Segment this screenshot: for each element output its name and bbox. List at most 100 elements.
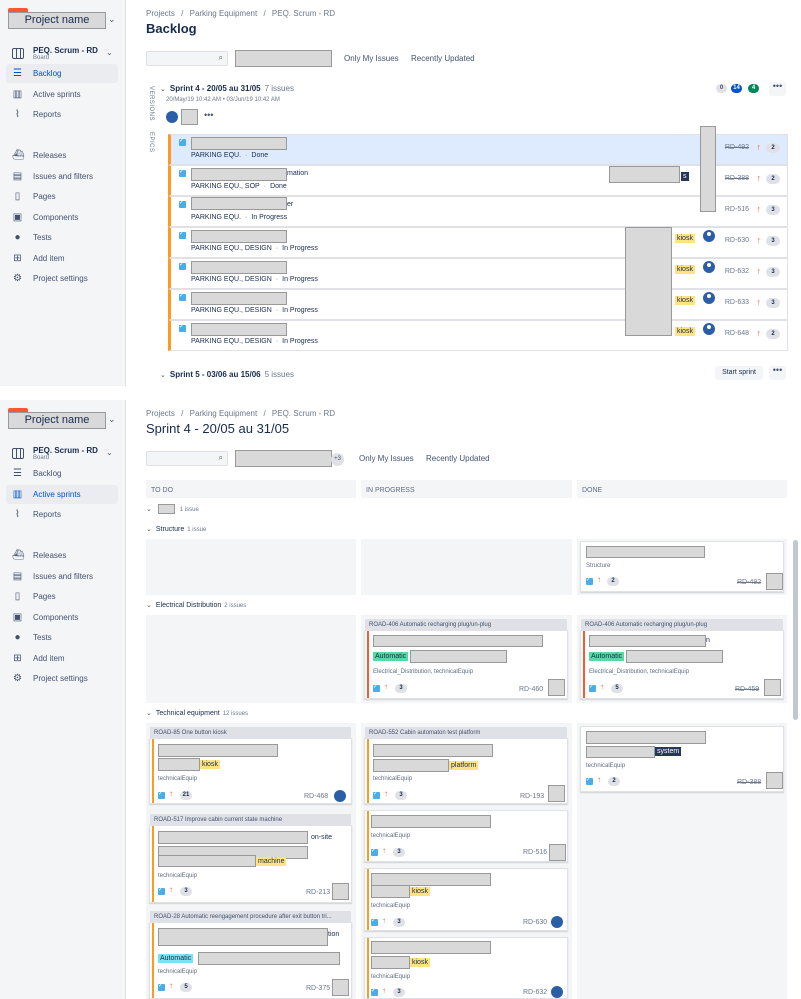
sprint-4-header[interactable]: ⌄ Sprint 4 - 20/05 au 31/05 7 issues [160, 84, 294, 93]
chevron-down-icon[interactable]: ⌄ [108, 414, 116, 425]
sidebar-item-components[interactable]: ▣ Components [6, 608, 118, 627]
swimlane-header[interactable]: ⌄ Technical equipment 12 issues [146, 709, 248, 717]
issue-row[interactable]: PARKING EQU., DESIGN·In Progress kiosk R… [168, 320, 788, 351]
epics-panel-toggle[interactable]: EPICS [148, 132, 154, 153]
sidebar-item-issues[interactable]: ▤ Issues and filters [6, 167, 118, 186]
quick-filter-recently-updated[interactable]: Recently Updated [426, 454, 490, 463]
project-name[interactable]: Project name [8, 12, 106, 29]
issue-card[interactable]: system technicalEquip ↑ 2 RD-388 [580, 726, 784, 792]
issue-row[interactable]: PARKING EQU.·Done RD-492 ↑ 2 [168, 134, 788, 165]
sidebar-item-issues[interactable]: ▤ Issues and filters [6, 567, 118, 586]
sidebar-item-releases[interactable]: ⛴ Releases [6, 546, 118, 565]
sidebar-item-add-item[interactable]: ⊞ Add item [6, 249, 118, 268]
issue-key[interactable]: RD-468 [304, 793, 328, 800]
breadcrumb-scrum[interactable]: PEQ. Scrum - RD [272, 9, 335, 18]
sidebar-item-project-settings[interactable]: ⚙ Project settings [6, 269, 118, 288]
issue-row[interactable]: PARKING EQU., DESIGN·In Progress kiosk R… [168, 289, 788, 320]
issue-key[interactable]: RD-388 [737, 779, 761, 786]
issue-key[interactable]: RD-516 [523, 849, 547, 856]
issue-key[interactable]: RD-633 [725, 299, 749, 306]
chevron-down-icon[interactable]: ⌄ [160, 371, 166, 379]
search-input[interactable]: ⌕ [146, 51, 228, 66]
assignee-avatar[interactable] [334, 790, 346, 802]
sidebar-item-active-sprints[interactable]: ▥ Active sprints [6, 485, 118, 504]
start-sprint-button[interactable]: Start sprint [715, 366, 763, 380]
issue-key[interactable]: RD-648 [725, 330, 749, 337]
issue-key[interactable]: RD-632 [725, 268, 749, 275]
breadcrumb-projects[interactable]: Projects [146, 409, 175, 418]
assignee-avatar[interactable] [703, 323, 715, 335]
sidebar-item-releases[interactable]: ⛴ Releases [6, 146, 118, 165]
issue-key[interactable]: RD-460 [519, 686, 543, 693]
issue-row[interactable]: er PARKING EQU.·In Progress RD-516 ↑ 3 [168, 196, 788, 227]
sidebar-item-tests[interactable]: ● Tests [6, 628, 118, 647]
issue-row[interactable]: PARKING EQU., DESIGN·In Progress kiosk R… [168, 227, 788, 258]
search-input[interactable]: ⌕ [146, 451, 228, 466]
issue-card[interactable]: Structure ↑ 2 RD-492 [580, 541, 784, 592]
chevron-down-icon[interactable]: ⌄ [106, 448, 113, 457]
assignee-avatar[interactable] [551, 986, 563, 998]
breadcrumb-parking[interactable]: Parking Equipment [190, 409, 258, 418]
issue-card[interactable]: ROAD-28 Automatic reengagement procedure… [149, 911, 352, 999]
quick-filter-my-issues[interactable]: Only My Issues [344, 54, 399, 63]
sidebar-item-project-settings[interactable]: ⚙ Project settings [6, 669, 118, 688]
versions-panel-toggle[interactable]: VERSIONS [148, 86, 154, 121]
assignee-avatar[interactable] [703, 261, 715, 273]
issue-card[interactable]: technicalEquip ↑ 3 RD-516 [364, 810, 568, 862]
avatar[interactable] [166, 111, 178, 123]
sidebar-item-reports[interactable]: ⌇ Reports [6, 505, 118, 524]
issue-key[interactable]: RD-492 [725, 144, 749, 151]
issue-key[interactable]: RD-632 [523, 989, 547, 996]
sidebar-item-backlog[interactable]: ☰ Backlog [6, 64, 118, 83]
sidebar-item-backlog[interactable]: ☰ Backlog [6, 464, 118, 483]
sidebar-item-add-item[interactable]: ⊞ Add item [6, 649, 118, 668]
issue-key[interactable]: RD-193 [520, 793, 544, 800]
issue-card[interactable]: ROAD-85 One button kiosk kiosk technical… [149, 727, 352, 804]
quick-filter-my-issues[interactable]: Only My Issues [359, 454, 414, 463]
chevron-down-icon[interactable]: ⌄ [146, 709, 152, 717]
project-name[interactable]: Project name [8, 412, 106, 429]
more-avatars-icon[interactable]: ••• [204, 110, 213, 120]
issue-key[interactable]: RD-492 [737, 579, 761, 586]
issue-key[interactable]: RD-375 [306, 985, 330, 992]
sidebar-item-reports[interactable]: ⌇ Reports [6, 105, 118, 124]
issue-card[interactable]: ROAD-406 Automatic recharging plug/un-pl… [580, 619, 784, 699]
chevron-down-icon[interactable]: ⌄ [160, 85, 166, 93]
issue-card[interactable]: kiosk technicalEquip ↑ 3 RD-630 [364, 868, 568, 931]
chevron-down-icon[interactable]: ⌄ [146, 505, 152, 513]
chevron-down-icon[interactable]: ⌄ [146, 525, 152, 533]
issue-key[interactable]: RD-213 [306, 889, 330, 896]
issue-card[interactable]: kiosk technicalEquip ↑ 3 RD-632 [364, 937, 568, 999]
chevron-down-icon[interactable]: ⌄ [106, 48, 113, 57]
issue-key[interactable]: RD-459 [735, 686, 759, 693]
quick-filter-recently-updated[interactable]: Recently Updated [411, 54, 475, 63]
issue-card[interactable]: ROAD-552 Cabin automaton test platform p… [364, 727, 568, 804]
breadcrumb-projects[interactable]: Projects [146, 9, 175, 18]
sidebar-item-pages[interactable]: ▯ Pages [6, 187, 118, 206]
swimlane-header[interactable]: ⌄ Structure 1 issue [146, 525, 206, 533]
swimlane-header[interactable]: ⌄ 1 issue [146, 504, 199, 514]
sprint-5-header[interactable]: ⌄ Sprint 5 - 03/06 au 15/06 5 issues [160, 370, 294, 379]
sidebar-item-pages[interactable]: ▯ Pages [6, 587, 118, 606]
issue-row[interactable]: mation PARKING EQU., SOP·Done s RD-388 ↑… [168, 165, 788, 196]
breadcrumb-parking[interactable]: Parking Equipment [190, 9, 258, 18]
swimlane-header[interactable]: ⌄ Electrical Distribution 2 issues [146, 601, 246, 609]
assignee-avatar[interactable] [703, 230, 715, 242]
issue-row[interactable]: PARKING EQU., DESIGN·In Progress kiosk R… [168, 258, 788, 289]
more-avatars-badge[interactable]: +3 [331, 453, 344, 466]
sidebar-item-tests[interactable]: ● Tests [6, 228, 118, 247]
assignee-avatar[interactable] [551, 916, 563, 928]
issue-key[interactable]: RD-388 [725, 175, 749, 182]
issue-key[interactable]: RD-630 [523, 919, 547, 926]
issue-key[interactable]: RD-516 [725, 206, 749, 213]
assignee-avatar[interactable] [703, 292, 715, 304]
chevron-down-icon[interactable]: ⌄ [108, 14, 116, 25]
scrollbar[interactable] [793, 540, 798, 720]
issue-card[interactable]: ROAD-517 Improve cabin current state mac… [149, 814, 352, 903]
sidebar-item-components[interactable]: ▣ Components [6, 208, 118, 227]
chevron-down-icon[interactable]: ⌄ [146, 601, 152, 609]
issue-key[interactable]: RD-630 [725, 237, 749, 244]
sprint-menu-button[interactable]: ••• [769, 82, 786, 96]
breadcrumb-scrum[interactable]: PEQ. Scrum - RD [272, 409, 335, 418]
sprint-5-menu-button[interactable]: ••• [769, 366, 786, 380]
